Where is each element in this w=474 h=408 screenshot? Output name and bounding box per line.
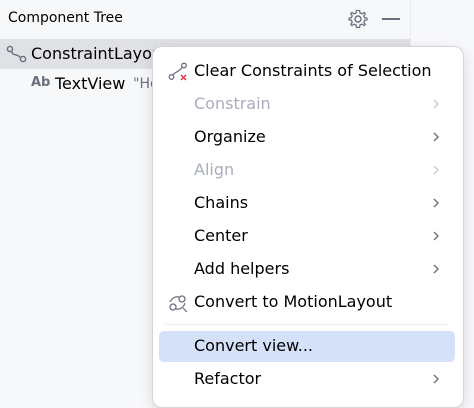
menu-label-align: Align [194,160,235,179]
chevron-right-icon [433,198,439,208]
menu-label-convert-view: Convert view... [194,336,313,355]
chevron-right-icon [433,374,439,384]
menu-item-convert-to-motionlayout[interactable]: Convert to MotionLayout [159,287,455,318]
panel-header: Component Tree [0,0,410,38]
menu-item-convert-view[interactable]: Convert view... [159,331,455,362]
menu-label-refactor: Refactor [194,369,262,388]
minimize-icon[interactable] [382,18,400,20]
chevron-right-icon [433,132,439,142]
menu-item-refactor[interactable]: Refactor [159,364,455,395]
menu-label-convert-to-motionlayout: Convert to MotionLayout [194,292,393,311]
constraint-layout-icon [6,45,27,63]
textview-ab-icon: Ab [31,75,51,90]
menu-item-chains[interactable]: Chains [159,188,455,219]
menu-item-add-helpers[interactable]: Add helpers [159,254,455,285]
menu-item-constrain: Constrain [159,89,455,120]
menu-label-organize: Organize [194,127,266,146]
gear-icon[interactable] [347,8,369,30]
panel-title: Component Tree [8,10,123,26]
menu-label-center: Center [194,226,248,245]
menu-label-constrain: Constrain [194,94,271,113]
chevron-right-icon [433,99,439,109]
menu-item-align: Align [159,155,455,186]
context-menu: Clear Constraints of Selection Constrain… [152,46,464,408]
menu-item-organize[interactable]: Organize [159,122,455,153]
menu-label-clear-constraints: Clear Constraints of Selection [194,61,432,80]
tree-label-textview: TextView [55,74,126,93]
chevron-right-icon [433,231,439,241]
clear-constraints-icon [168,62,187,81]
menu-item-clear-constraints[interactable]: Clear Constraints of Selection [159,56,455,87]
chevron-right-icon [433,264,439,274]
menu-label-chains: Chains [194,193,249,212]
tree-label-constraintlayout: ConstraintLayout [31,44,169,63]
motion-layout-icon [169,295,188,313]
chevron-right-icon [433,165,439,175]
menu-item-center[interactable]: Center [159,221,455,252]
menu-label-add-helpers: Add helpers [194,259,290,278]
menu-separator [165,324,449,325]
